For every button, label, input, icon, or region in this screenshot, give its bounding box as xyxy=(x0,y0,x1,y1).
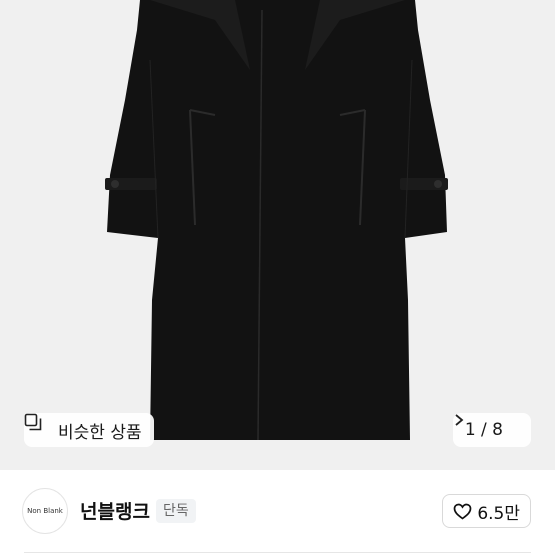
like-count: 6.5만 xyxy=(477,503,520,524)
shop-bar: Non Blank 넌블랭크 단독 6.5만 xyxy=(0,470,555,555)
exclusive-badge: 단독 xyxy=(156,499,196,523)
product-image[interactable]: 비슷한 상품 1 / 8 xyxy=(0,0,555,470)
pager-text: 1 / 8 xyxy=(464,420,503,440)
product-page: 비슷한 상품 1 / 8 Non Blank 넌블랭크 단독 6.5만 xyxy=(0,0,555,555)
divider xyxy=(24,552,531,553)
similar-products-button[interactable]: 비슷한 상품 xyxy=(24,413,154,447)
heart-icon xyxy=(453,503,472,520)
image-pager[interactable]: 1 / 8 xyxy=(452,413,531,447)
shop-name[interactable]: 넌블랭크 xyxy=(80,497,150,524)
shop-logo-text: Non Blank xyxy=(27,507,63,515)
like-button[interactable]: 6.5만 xyxy=(442,494,531,528)
similar-items-icon xyxy=(24,413,52,439)
coat-image xyxy=(105,0,448,441)
similar-products-label: 비슷한 상품 xyxy=(58,422,142,443)
shop-logo[interactable]: Non Blank xyxy=(22,488,68,534)
chevron-right-icon xyxy=(455,414,521,437)
